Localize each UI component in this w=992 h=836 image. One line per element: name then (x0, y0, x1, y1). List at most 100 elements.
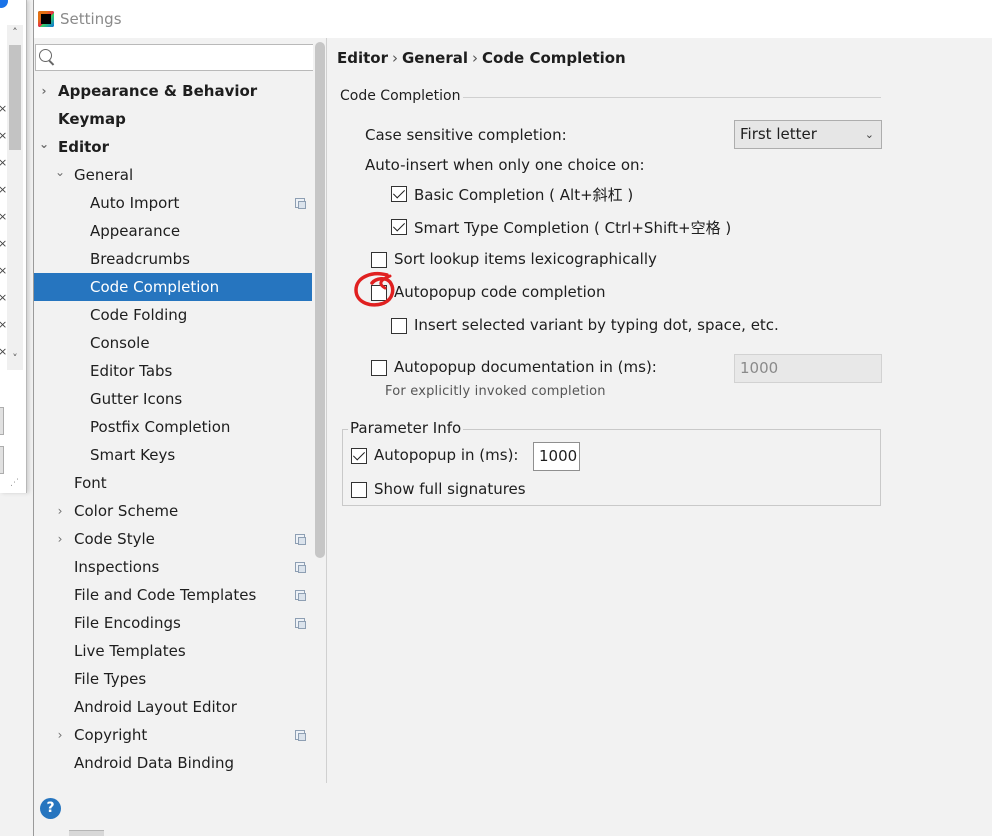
background-close-icons: × × × × × × × × × × (0, 102, 8, 358)
case-sensitive-label: Case sensitive completion: (365, 126, 567, 144)
search-input[interactable] (56, 47, 316, 68)
autopopup-completion-label[interactable]: Autopopup code completion (394, 283, 605, 301)
settings-window: Settings › Appearance & Behavior Keymap … (33, 0, 992, 836)
parameter-info-title: Parameter Info (348, 419, 464, 437)
chevron-right-icon[interactable]: › (38, 77, 50, 105)
tree-item-editor[interactable]: ⌄ Editor (34, 133, 312, 161)
tree-item-label: Breadcrumbs (90, 250, 190, 268)
tree-item-label: Android Layout Editor (74, 698, 237, 716)
settings-tree-panel: › Appearance & Behavior Keymap ⌄ Editor … (34, 38, 327, 783)
project-settings-icon (295, 534, 306, 545)
chevron-right-icon[interactable]: › (54, 525, 66, 553)
scroll-up-arrow-icon[interactable]: ˄ (8, 26, 22, 40)
title-bar[interactable]: Settings (34, 0, 992, 38)
tree-item-file-encodings[interactable]: File Encodings (34, 609, 312, 637)
tree-item-label: Appearance (90, 222, 181, 240)
screen: ˄ ˅ × × × × × × × × × × ⋰ Settings › Appearance &… (0, 0, 992, 836)
explicit-completion-hint: For explicitly invoked completion (385, 384, 606, 399)
tree-item-inspections[interactable]: Inspections (34, 553, 312, 581)
background-button[interactable] (0, 407, 4, 435)
tree-item-auto-import[interactable]: Auto Import (34, 189, 312, 217)
breadcrumb-separator: › (392, 49, 398, 67)
show-full-signatures-label[interactable]: Show full signatures (374, 480, 526, 498)
tree-item-label: Android Data Binding (74, 754, 235, 772)
breadcrumb-editor[interactable]: Editor (337, 49, 388, 67)
tree-item-appearance[interactable]: Appearance (34, 217, 312, 245)
tree-item-android-data-binding[interactable]: Android Data Binding (34, 749, 312, 777)
tree-item-smart-keys[interactable]: Smart Keys (34, 441, 312, 469)
settings-content-panel: Editor › General › Code Completion Code Comp… (328, 38, 992, 783)
tree-item-label: Postfix Completion (90, 418, 231, 436)
tree-item-label: Inspections (74, 558, 160, 576)
settings-tree: › Appearance & Behavior Keymap ⌄ Editor … (34, 77, 312, 777)
chevron-down-icon[interactable]: ⌄ (54, 158, 66, 186)
tree-item-android-layout-editor[interactable]: Android Layout Editor (34, 693, 312, 721)
autopopup-documentation-label[interactable]: Autopopup documentation in (ms): (394, 358, 657, 376)
breadcrumb-general[interactable]: General (402, 49, 468, 67)
auto-insert-label: Auto-insert when only one choice on: (365, 156, 645, 174)
chevron-right-icon[interactable]: › (54, 721, 66, 749)
tree-item-breadcrumbs[interactable]: Breadcrumbs (34, 245, 312, 273)
insert-selected-variant-checkbox[interactable] (391, 318, 407, 334)
tree-item-general[interactable]: ⌄ General (34, 161, 312, 189)
project-settings-icon (295, 730, 306, 741)
basic-completion-checkbox[interactable] (391, 186, 407, 202)
tree-item-postfix-completion[interactable]: Postfix Completion (34, 413, 312, 441)
basic-completion-label[interactable]: Basic Completion ( Alt+斜杠 ) (414, 184, 633, 205)
autopopup-documentation-checkbox[interactable] (371, 360, 387, 376)
tree-item-code-style[interactable]: › Code Style (34, 525, 312, 553)
tree-item-code-folding[interactable]: Code Folding (34, 301, 312, 329)
intellij-app-icon (38, 11, 54, 27)
tree-item-label: Color Scheme (74, 502, 179, 520)
tree-item-label: Console (90, 334, 150, 352)
window-title: Settings (60, 10, 122, 28)
tree-item-copyright[interactable]: › Copyright (34, 721, 312, 749)
resize-grip-icon[interactable]: ⋰ (10, 478, 19, 488)
tree-scrollbar-thumb[interactable] (315, 42, 325, 558)
parameter-autopopup-label[interactable]: Autopopup in (ms): (374, 446, 518, 464)
tree-scrollbar[interactable] (313, 38, 326, 783)
tree-item-gutter-icons[interactable]: Gutter Icons (34, 385, 312, 413)
tree-item-label: Code Style (74, 530, 155, 548)
tree-item-console[interactable]: Console (34, 329, 312, 357)
smart-type-completion-checkbox[interactable] (391, 219, 407, 235)
tree-item-file-types[interactable]: File Types (34, 665, 312, 693)
tree-item-font[interactable]: Font (34, 469, 312, 497)
tree-item-label: Copyright (74, 726, 148, 744)
sort-lexicographically-label[interactable]: Sort lookup items lexicographically (394, 250, 657, 268)
group-divider (463, 97, 881, 98)
settings-search-box[interactable] (35, 44, 319, 71)
tree-item-editor-tabs[interactable]: Editor Tabs (34, 357, 312, 385)
sort-lexicographically-checkbox[interactable] (371, 252, 387, 268)
scroll-down-arrow-icon[interactable]: ˅ (8, 352, 22, 366)
show-full-signatures-checkbox[interactable] (351, 482, 367, 498)
smart-type-completion-label[interactable]: Smart Type Completion ( Ctrl+Shift+空格 ) (414, 217, 731, 238)
parameter-autopopup-checkbox[interactable] (351, 448, 367, 464)
background-window: ˄ ˅ × × × × × × × × × × ⋰ (0, 0, 27, 493)
breadcrumb: Editor › General › Code Completion (337, 49, 626, 67)
tree-item-label: Smart Keys (90, 446, 176, 464)
case-sensitive-value: First letter (740, 125, 817, 143)
autopopup-completion-checkbox[interactable] (371, 285, 387, 301)
tree-item-keymap[interactable]: Keymap (34, 105, 312, 133)
tree-item-file-code-templates[interactable]: File and Code Templates (34, 581, 312, 609)
chevron-down-icon[interactable]: ⌄ (38, 130, 50, 158)
tree-item-live-templates[interactable]: Live Templates (34, 637, 312, 665)
background-scrollbar-thumb[interactable] (9, 45, 21, 150)
case-sensitive-dropdown[interactable]: First letter ⌄ (734, 120, 882, 149)
help-button[interactable]: ? (40, 798, 61, 819)
tree-item-color-scheme[interactable]: › Color Scheme (34, 497, 312, 525)
chevron-down-icon: ⌄ (864, 128, 874, 141)
project-settings-icon (295, 562, 306, 573)
insert-selected-variant-label[interactable]: Insert selected variant by typing dot, s… (414, 316, 779, 334)
chevron-right-icon[interactable]: › (54, 497, 66, 525)
tree-item-label: General (74, 166, 134, 184)
background-window-icon (0, 0, 8, 8)
tree-item-label: File Encodings (74, 614, 181, 632)
background-button[interactable] (0, 446, 4, 474)
parameter-autopopup-delay-field[interactable]: 1000 (533, 442, 580, 471)
tree-item-appearance-behavior[interactable]: › Appearance & Behavior (34, 77, 312, 105)
tree-item-code-completion[interactable]: Code Completion (34, 273, 312, 301)
tree-item-label: Font (74, 474, 107, 492)
autopopup-documentation-delay-field[interactable]: 1000 (734, 354, 882, 383)
